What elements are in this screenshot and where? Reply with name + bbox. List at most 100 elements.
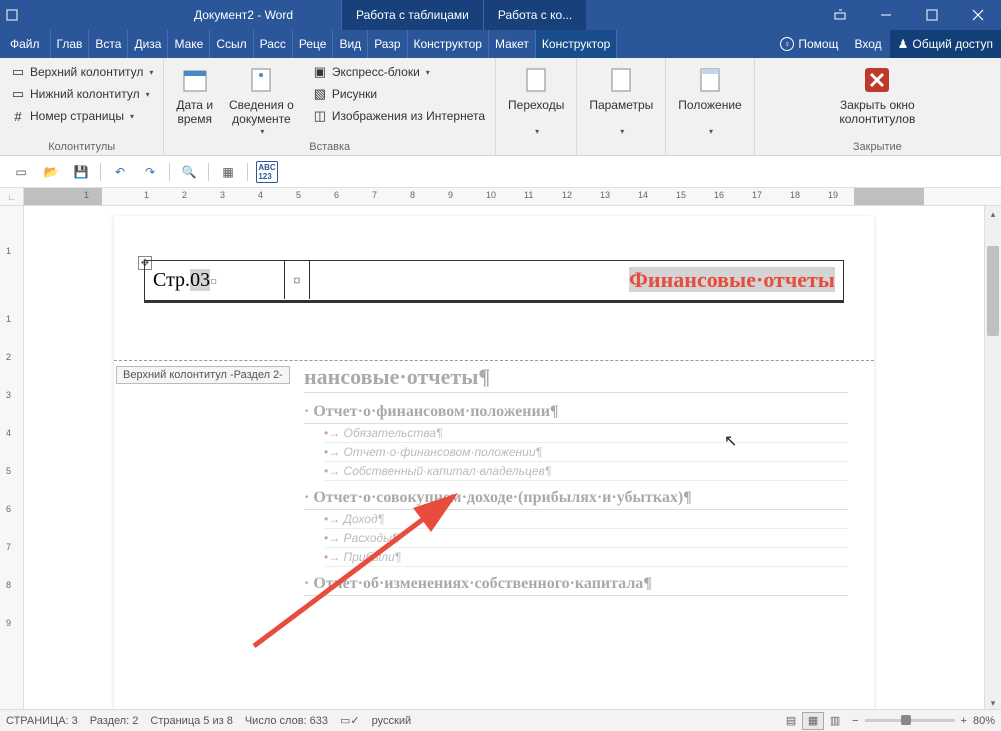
titlebar: Документ2 - Word Работа с таблицами Рабо… [0,0,1001,30]
header-footer-label: Верхний колонтитул -Раздел 2- [116,366,290,384]
tab-view[interactable]: Вид [333,30,368,58]
ribbon-display-options[interactable] [817,0,863,30]
minimize-button[interactable] [863,0,909,30]
bulb-icon: ♀ [780,37,794,51]
save-qat-icon[interactable] [0,8,24,22]
tab-table-design[interactable]: Конструктор [408,30,489,58]
header-section[interactable]: Стр.03¤ ¤ Финансовые·отчеты [144,260,844,303]
page-indicator[interactable]: СТРАНИЦА: 3 [6,715,78,727]
group-label: Колонтитулы [6,139,157,155]
close-button[interactable] [955,0,1001,30]
group-headers-footers: ▭Верхний колонтитул▾ ▭Нижний колонтитул▾… [0,58,164,155]
ruler-corner[interactable]: ∟ [0,188,24,206]
help-button[interactable]: ♀Помощ [772,30,846,58]
tab-file[interactable]: Файл [0,30,51,58]
scroll-thumb[interactable] [987,246,999,336]
nav-icon [520,64,552,96]
undo-button[interactable]: ↶ [109,161,131,183]
tab-design[interactable]: Диза [128,30,168,58]
page-number-button[interactable]: #Номер страницы▾ [6,106,157,126]
section-indicator[interactable]: Раздел: 2 [90,715,139,727]
group-label: Вставка [170,139,489,155]
chevron-down-icon: ▾ [130,112,134,121]
heading-2: Отчет·о·финансовом·положении¶ [304,401,848,424]
person-icon: ♟ [898,37,909,51]
list-item: Собственный·капитал·владельцев¶ [324,462,848,481]
header-table[interactable]: Стр.03¤ ¤ Финансовые·отчеты [144,260,844,303]
read-mode-button[interactable]: ▤ [780,712,802,730]
share-button[interactable]: ♟Общий доступ [890,30,1001,58]
horizontal-ruler[interactable]: 1 1 2 3 4 5 6 7 8 9 10 11 12 13 14 15 16… [24,188,1001,206]
online-pictures-button[interactable]: ◫Изображения из Интернета [308,106,489,126]
chevron-down-icon: ▾ [709,127,713,137]
context-tab-table-tools[interactable]: Работа с таблицами [341,0,483,30]
options-button[interactable]: Параметры▾ [583,62,659,139]
middle-cell[interactable]: ¤ [285,261,310,300]
zoom-in-button[interactable]: + [961,715,967,727]
scroll-up-button[interactable]: ▴ [985,206,1001,223]
web-layout-button[interactable]: ▥ [824,712,846,730]
find-button[interactable]: 🔍 [178,161,200,183]
redo-button[interactable]: ↷ [139,161,161,183]
position-icon [694,64,726,96]
tab-mailings[interactable]: Расс [254,30,293,58]
open-button[interactable]: 📂 [40,161,62,183]
save-button[interactable]: 💾 [70,161,92,183]
new-doc-button[interactable]: ▭ [10,161,32,183]
navigation-button[interactable]: Переходы▾ [502,62,570,139]
language-indicator[interactable]: русский [372,715,411,727]
proofing-icon[interactable]: ▭✓ [340,714,360,727]
mouse-cursor-icon: ↖ [724,431,737,451]
pictures-button[interactable]: ▧Рисунки [308,84,489,104]
document-title: Документ2 - Word [24,8,293,22]
word-count-indicator[interactable]: Число слов: 633 [245,715,328,727]
ribbon-tabs: Файл Глав Вста Диза Маке Ссыл Расс Реце … [0,30,1001,58]
zoom-out-button[interactable]: − [852,715,858,727]
close-icon [861,64,893,96]
page-number-cell[interactable]: Стр.03¤ [145,261,285,300]
vertical-scrollbar[interactable]: ▴ ▾ [984,206,1001,712]
date-time-button[interactable]: Дата и время [170,62,219,139]
group-label: Закрытие [761,139,994,155]
tab-references[interactable]: Ссыл [210,30,253,58]
zoom-slider[interactable] [865,719,955,722]
quick-access-toolbar: ▭ 📂 💾 ↶ ↷ 🔍 ▦ ABC123 [0,156,1001,188]
heading-2: Отчет·об·изменениях·собственного·капитал… [304,573,848,596]
tab-home[interactable]: Глав [51,30,90,58]
zoom-level[interactable]: 80% [973,715,995,727]
quick-parts-icon: ▣ [312,64,328,80]
picture-icon: ▧ [312,86,328,102]
header-button[interactable]: ▭Верхний колонтитул▾ [6,62,157,82]
word-count-button[interactable]: ABC123 [256,161,278,183]
chevron-down-icon: ▾ [620,127,624,137]
document-info-button[interactable]: Сведения о документе▾ [223,62,300,139]
info-icon [245,64,277,96]
list-item: Прибыли¶ [324,548,848,567]
maximize-button[interactable] [909,0,955,30]
footer-button[interactable]: ▭Нижний колонтитул▾ [6,84,157,104]
zoom-thumb[interactable] [901,715,911,725]
table-button[interactable]: ▦ [217,161,239,183]
footer-icon: ▭ [10,86,26,102]
tab-header-footer-design[interactable]: Конструктор [536,30,617,58]
header-icon: ▭ [10,64,26,80]
page-of-indicator[interactable]: Страница 5 из 8 [150,715,232,727]
tab-layout[interactable]: Маке [168,30,210,58]
tab-table-layout[interactable]: Макет [489,30,536,58]
close-header-footer-button[interactable]: Закрыть окно колонтитулов [833,62,921,139]
list-item: Обязательства¶ [324,424,848,443]
quick-parts-button[interactable]: ▣Экспресс-блоки▾ [308,62,489,82]
document-area[interactable]: ✥ Стр.03¤ ¤ Финансовые·отчеты [24,206,1001,712]
group-options: Параметры▾ [577,58,666,155]
chevron-down-icon: ▾ [260,127,264,137]
chevron-down-icon: ▾ [535,127,539,137]
title-cell[interactable]: Финансовые·отчеты [309,261,843,300]
tab-developer[interactable]: Разр [368,30,407,58]
context-tab-header-footer-tools[interactable]: Работа с ко... [483,0,586,30]
tab-insert[interactable]: Вста [89,30,128,58]
signin-button[interactable]: Вход [846,30,889,58]
tab-review[interactable]: Реце [293,30,334,58]
print-layout-button[interactable]: ▦ [802,712,824,730]
position-button[interactable]: Положение▾ [672,62,747,139]
vertical-ruler[interactable]: 1 1 2 3 4 5 6 7 8 9 [0,206,24,712]
